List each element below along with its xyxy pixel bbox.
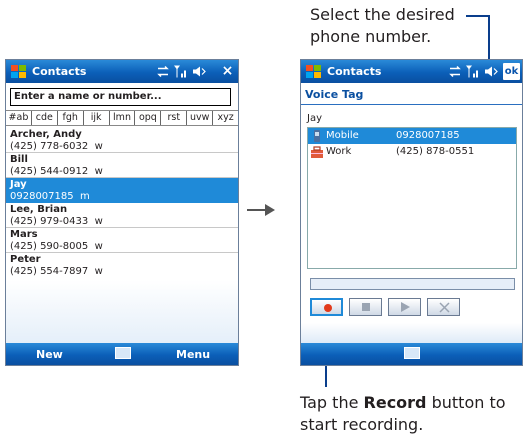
- windows-start-icon[interactable]: [10, 63, 27, 80]
- letter-tab[interactable]: rst: [161, 111, 188, 125]
- stop-icon: [362, 303, 370, 311]
- contact-name: Mars: [10, 229, 38, 240]
- ok-button[interactable]: ok: [503, 63, 520, 80]
- contact-row[interactable]: Mars (425) 590-8005 w: [6, 228, 238, 253]
- close-icon[interactable]: ×: [219, 63, 236, 80]
- contact-name: Peter: [10, 254, 41, 265]
- top-callout-horizontal: [466, 15, 490, 17]
- right-app-title: Contacts: [327, 65, 382, 78]
- voice-tag-header: Voice Tag: [301, 83, 522, 105]
- stop-button[interactable]: [349, 298, 382, 316]
- work-briefcase-icon: [311, 146, 323, 158]
- recording-controls: [310, 298, 460, 316]
- delete-button[interactable]: [427, 298, 460, 316]
- phone-row-selected[interactable]: Mobile 0928007185: [308, 128, 516, 144]
- contact-name: Lee, Brian: [10, 204, 68, 215]
- bottom-callout-line2: start recording.: [300, 415, 424, 434]
- connectivity-icon[interactable]: [156, 64, 170, 79]
- volume-icon[interactable]: [192, 64, 208, 79]
- contact-list: Archer, Andy (425) 778-6032 w Bill (425)…: [6, 128, 238, 278]
- phone-number: (425) 878-0551: [396, 146, 475, 157]
- phone-number-list: Mobile 0928007185 Work (425) 878-0551: [307, 127, 517, 269]
- record-button[interactable]: [310, 298, 343, 316]
- contact-row[interactable]: Peter (425) 554-7897 w: [6, 253, 238, 278]
- contact-phone-line: (425) 544-0912 w: [10, 165, 103, 177]
- letter-tab[interactable]: fgh: [58, 111, 84, 125]
- top-callout-line2: phone number.: [310, 27, 432, 46]
- contact-phone-line: (425) 778-6032 w: [10, 140, 103, 152]
- letter-tab[interactable]: #ab: [6, 111, 32, 125]
- contact-row[interactable]: Archer, Andy (425) 778-6032 w: [6, 128, 238, 153]
- phone-row[interactable]: Work (425) 878-0551: [308, 144, 516, 160]
- letter-tab[interactable]: cde: [32, 111, 58, 125]
- left-app-title: Contacts: [32, 65, 87, 78]
- play-button[interactable]: [388, 298, 421, 316]
- play-icon: [401, 302, 410, 312]
- contact-row-selected[interactable]: Jay 0928007185 m: [6, 178, 238, 203]
- phone-number: 0928007185: [396, 130, 460, 141]
- letter-tab[interactable]: lmn: [110, 111, 136, 125]
- left-title-bar: Contacts ×: [6, 60, 238, 83]
- contact-phone-line: (425) 554-7897 w: [10, 265, 103, 277]
- mobile-phone-icon: [314, 130, 320, 142]
- phone-type: Mobile: [326, 130, 359, 141]
- contact-name: Jay: [10, 179, 27, 190]
- signal-strength-icon[interactable]: [465, 64, 481, 79]
- contact-phone-line: (425) 979-0433 w: [10, 215, 103, 227]
- letter-tab[interactable]: ijk: [84, 111, 110, 125]
- phone-type: Work: [326, 146, 352, 157]
- right-menu-bar: [301, 343, 522, 365]
- letter-tabs: #ab cde fgh ijk lmn opq rst uvw xyz: [6, 110, 238, 126]
- volume-icon[interactable]: [484, 64, 500, 79]
- top-callout-text: Select the desired phone number.: [310, 4, 455, 48]
- screen-background: [301, 323, 522, 345]
- top-callout-line1: Select the desired: [310, 5, 455, 24]
- left-menu-bar: New Menu: [6, 343, 238, 365]
- signal-strength-icon[interactable]: [173, 64, 189, 79]
- voice-tag-screen: Contacts ok Voice Tag Jay Mobile 0928007…: [300, 59, 523, 366]
- keyboard-icon[interactable]: [115, 347, 131, 359]
- recording-progress-bar: [310, 278, 515, 290]
- right-title-bar: Contacts ok: [301, 60, 522, 83]
- keyboard-icon[interactable]: [404, 347, 420, 359]
- bottom-callout-line1: Tap the Record button to: [300, 393, 506, 412]
- contact-name: Archer, Andy: [10, 129, 82, 140]
- contact-phone-line: (425) 590-8005 w: [10, 240, 103, 252]
- contact-phone-line: 0928007185 m: [10, 190, 90, 202]
- contacts-screen: Contacts × Enter a name or number... #ab…: [5, 59, 239, 366]
- contact-name: Bill: [10, 154, 28, 165]
- arrow-head-icon: [265, 204, 275, 216]
- contact-row[interactable]: Lee, Brian (425) 979-0433 w: [6, 203, 238, 228]
- connectivity-icon[interactable]: [448, 64, 462, 79]
- contact-row[interactable]: Bill (425) 544-0912 w: [6, 153, 238, 178]
- bottom-callout-text: Tap the Record button to start recording…: [300, 392, 506, 436]
- menu-softkey[interactable]: Menu: [176, 348, 210, 361]
- letter-tab[interactable]: xyz: [213, 111, 238, 125]
- letter-tab[interactable]: opq: [135, 111, 162, 125]
- selected-contact-name: Jay: [307, 113, 322, 124]
- new-softkey[interactable]: New: [36, 348, 63, 361]
- search-input[interactable]: Enter a name or number...: [10, 88, 231, 106]
- record-icon: [324, 304, 332, 312]
- delete-icon: [439, 302, 450, 313]
- windows-start-icon[interactable]: [305, 63, 322, 80]
- letter-tab[interactable]: uvw: [187, 111, 214, 125]
